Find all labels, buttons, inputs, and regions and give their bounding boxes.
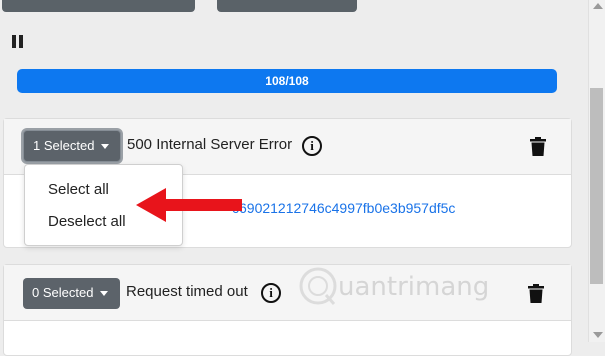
red-arrow-annotation: [136, 186, 242, 229]
trash-icon[interactable]: [530, 137, 546, 161]
scrollbar-thumb[interactable]: [590, 88, 603, 284]
progress-text: 108/108: [265, 74, 309, 88]
info-icon[interactable]: i: [261, 283, 281, 303]
scroll-up-arrow-icon[interactable]: [593, 3, 603, 9]
select-dropdown-label: 0 Selected: [32, 285, 94, 300]
top-button-left[interactable]: [2, 0, 195, 12]
error-title: Request timed out: [126, 283, 248, 300]
select-dropdown-label: 1 Selected: [33, 138, 95, 153]
caret-down-icon: [101, 144, 110, 150]
select-dropdown-button[interactable]: 1 Selected: [23, 130, 121, 162]
menu-item-select-all[interactable]: Select all: [48, 181, 109, 198]
pause-icon[interactable]: [12, 35, 24, 48]
trash-icon[interactable]: [528, 284, 544, 308]
watermark-text: uantrimang: [338, 272, 490, 302]
progress-bar: 108/108: [17, 69, 557, 93]
select-dropdown-button[interactable]: 0 Selected: [23, 278, 120, 309]
scroll-down-arrow-icon[interactable]: [593, 332, 603, 338]
request-id-link[interactable]: c69021212746c4997fb0e3b957df5c: [232, 200, 455, 216]
caret-down-icon: [100, 291, 109, 297]
info-icon[interactable]: i: [302, 136, 322, 156]
top-button-right[interactable]: [217, 0, 357, 12]
error-title: 500 Internal Server Error: [127, 136, 293, 153]
menu-item-deselect-all[interactable]: Deselect all: [48, 213, 126, 230]
